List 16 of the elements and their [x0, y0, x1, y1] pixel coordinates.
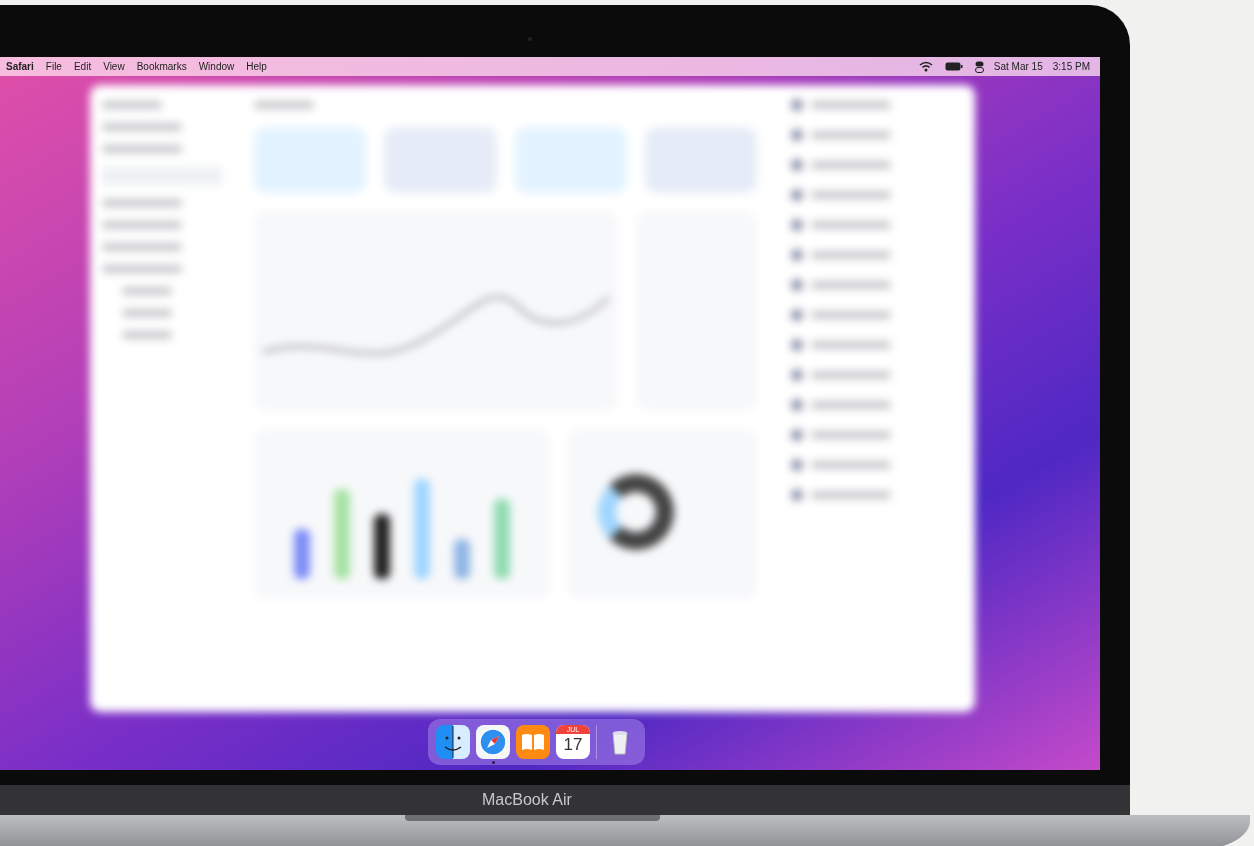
- device-label: MacBook Air: [482, 790, 572, 810]
- menu-item[interactable]: Help: [246, 61, 267, 72]
- book-icon[interactable]: [516, 724, 550, 759]
- menu-item[interactable]: File: [45, 61, 62, 72]
- menu-app-name[interactable]: Safari: [6, 61, 34, 72]
- menu-item[interactable]: Bookmarks: [136, 61, 187, 72]
- battery-icon[interactable]: [944, 62, 963, 71]
- finder-face-icon[interactable]: [436, 724, 470, 759]
- menu-bar-time[interactable]: 3:15 PM: [1052, 61, 1090, 72]
- menu-item[interactable]: Window: [198, 61, 235, 72]
- wifi-icon[interactable]: [918, 61, 933, 72]
- compass-icon[interactable]: [476, 724, 510, 759]
- menu-item[interactable]: Edit: [73, 61, 92, 72]
- menu-item[interactable]: View: [103, 61, 125, 72]
- menu-bar-date[interactable]: Sat Mar 15: [993, 61, 1043, 72]
- control-center-icon[interactable]: [974, 60, 984, 73]
